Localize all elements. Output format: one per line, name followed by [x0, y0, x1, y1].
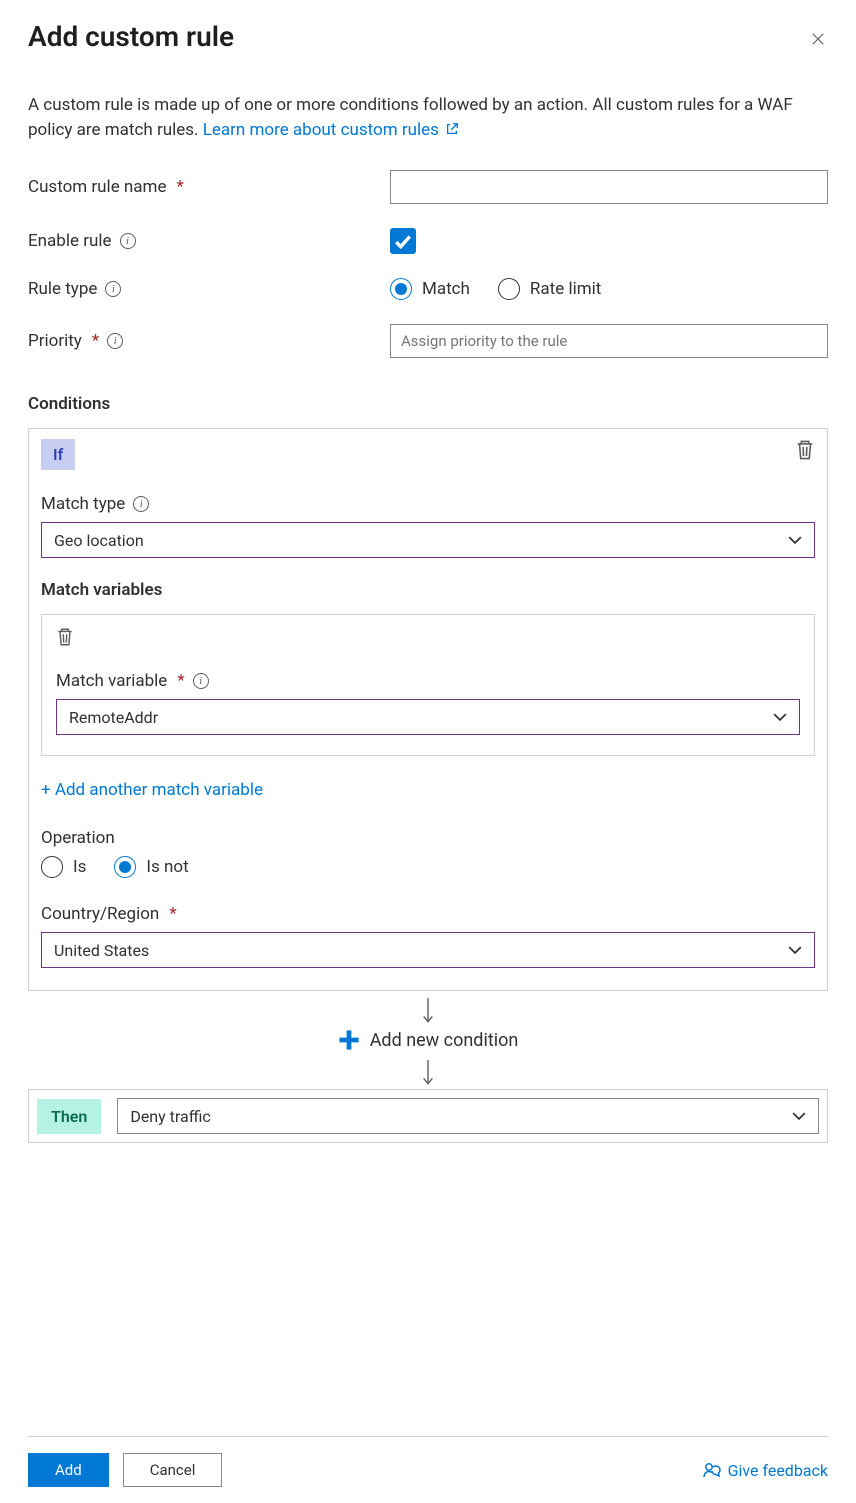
panel-header: Add custom rule: [28, 20, 828, 93]
required-indicator: *: [169, 904, 176, 924]
arrow-down-icon: [421, 997, 435, 1025]
match-type-select[interactable]: Geo location: [41, 522, 815, 558]
enable-rule-label: Enable rule i: [28, 231, 390, 251]
arrow-down-icon: [421, 1059, 435, 1087]
conditions-heading: Conditions: [28, 394, 828, 414]
then-action-row: Then Deny traffic: [28, 1089, 828, 1143]
match-variable-label: Match variable * i: [56, 671, 800, 691]
feedback-icon: [702, 1460, 722, 1480]
required-indicator: *: [177, 671, 184, 691]
priority-row: Priority * i: [28, 324, 828, 358]
flow-arrow-down: [28, 991, 828, 1027]
chevron-down-icon: [788, 943, 802, 957]
match-variable-value: RemoteAddr: [69, 708, 158, 727]
intro-text-block: A custom rule is made up of one or more …: [28, 93, 828, 142]
enable-rule-checkbox[interactable]: [390, 228, 416, 254]
give-feedback-link[interactable]: Give feedback: [702, 1460, 828, 1480]
condition-if-box: If Match type i Geo location Match varia…: [28, 428, 828, 991]
radio-unchecked-icon: [498, 278, 520, 300]
info-icon[interactable]: i: [193, 673, 209, 689]
enable-rule-label-text: Enable rule: [28, 231, 112, 251]
radio-checked-icon: [114, 856, 136, 878]
operation-is-label: Is: [73, 857, 86, 877]
rule-type-match-option[interactable]: Match: [390, 278, 470, 300]
then-action-select[interactable]: Deny traffic: [117, 1098, 819, 1134]
close-icon: [812, 33, 824, 45]
rule-type-ratelimit-option[interactable]: Rate limit: [498, 278, 601, 300]
priority-label-text: Priority: [28, 331, 82, 351]
match-variables-heading: Match variables: [41, 580, 815, 600]
country-label: Country/Region *: [41, 904, 815, 924]
then-action-value: Deny traffic: [130, 1107, 210, 1126]
chevron-down-icon: [773, 710, 787, 724]
then-badge: Then: [37, 1099, 101, 1134]
info-icon[interactable]: i: [107, 333, 123, 349]
panel-footer: Add Cancel Give feedback: [28, 1436, 828, 1503]
chevron-down-icon: [792, 1109, 806, 1123]
info-icon[interactable]: i: [133, 496, 149, 512]
required-indicator: *: [176, 177, 183, 197]
match-variable-box: Match variable * i RemoteAddr: [41, 614, 815, 756]
rule-name-input[interactable]: [390, 170, 828, 204]
if-badge: If: [41, 439, 75, 470]
external-link-icon: [445, 119, 459, 133]
rule-name-row: Custom rule name *: [28, 170, 828, 204]
rule-type-label: Rule type i: [28, 279, 390, 299]
match-variable-select[interactable]: RemoteAddr: [56, 699, 800, 735]
operation-radio-group: Is Is not: [41, 856, 815, 878]
delete-condition-button[interactable]: [795, 439, 815, 461]
rule-name-label-text: Custom rule name: [28, 177, 166, 197]
rule-name-label: Custom rule name *: [28, 177, 390, 197]
enable-rule-row: Enable rule i: [28, 228, 828, 254]
close-button[interactable]: [808, 26, 828, 46]
match-type-value: Geo location: [54, 531, 144, 550]
learn-more-link[interactable]: Learn more about custom rules: [203, 120, 459, 140]
page-title: Add custom rule: [28, 20, 234, 53]
rule-type-row: Rule type i Match Rate limit: [28, 278, 828, 300]
plus-icon: [338, 1029, 360, 1051]
priority-input[interactable]: [390, 324, 828, 358]
add-button[interactable]: Add: [28, 1453, 109, 1487]
rule-type-ratelimit-label: Rate limit: [530, 279, 601, 299]
priority-label: Priority * i: [28, 331, 390, 351]
rule-type-match-label: Match: [422, 279, 470, 299]
match-type-label: Match type i: [41, 494, 815, 514]
trash-icon: [795, 439, 815, 461]
country-value: United States: [54, 941, 149, 960]
cancel-button[interactable]: Cancel: [123, 1453, 223, 1487]
learn-more-text: Learn more about custom rules: [203, 120, 439, 140]
required-indicator: *: [92, 331, 99, 351]
add-custom-rule-panel: Add custom rule A custom rule is made up…: [0, 0, 856, 1503]
trash-icon: [56, 627, 74, 647]
add-match-variable-link[interactable]: + Add another match variable: [41, 780, 263, 800]
operation-label: Operation: [41, 828, 815, 848]
flow-arrow-down: [28, 1053, 828, 1089]
give-feedback-text: Give feedback: [728, 1461, 828, 1480]
operation-isnot-option[interactable]: Is not: [114, 856, 188, 878]
delete-variable-button[interactable]: [56, 627, 74, 647]
country-label-text: Country/Region: [41, 904, 159, 924]
match-type-label-text: Match type: [41, 494, 125, 514]
add-condition-text: Add new condition: [370, 1030, 519, 1051]
operation-isnot-label: Is not: [146, 857, 188, 877]
add-condition-button[interactable]: Add new condition: [28, 1027, 828, 1053]
rule-type-label-text: Rule type: [28, 279, 97, 299]
info-icon[interactable]: i: [105, 281, 121, 297]
radio-unchecked-icon: [41, 856, 63, 878]
match-variable-label-text: Match variable: [56, 671, 167, 691]
operation-is-option[interactable]: Is: [41, 856, 86, 878]
info-icon[interactable]: i: [120, 233, 136, 249]
chevron-down-icon: [788, 533, 802, 547]
country-select[interactable]: United States: [41, 932, 815, 968]
rule-type-radio-group: Match Rate limit: [390, 278, 828, 300]
radio-checked-icon: [390, 278, 412, 300]
